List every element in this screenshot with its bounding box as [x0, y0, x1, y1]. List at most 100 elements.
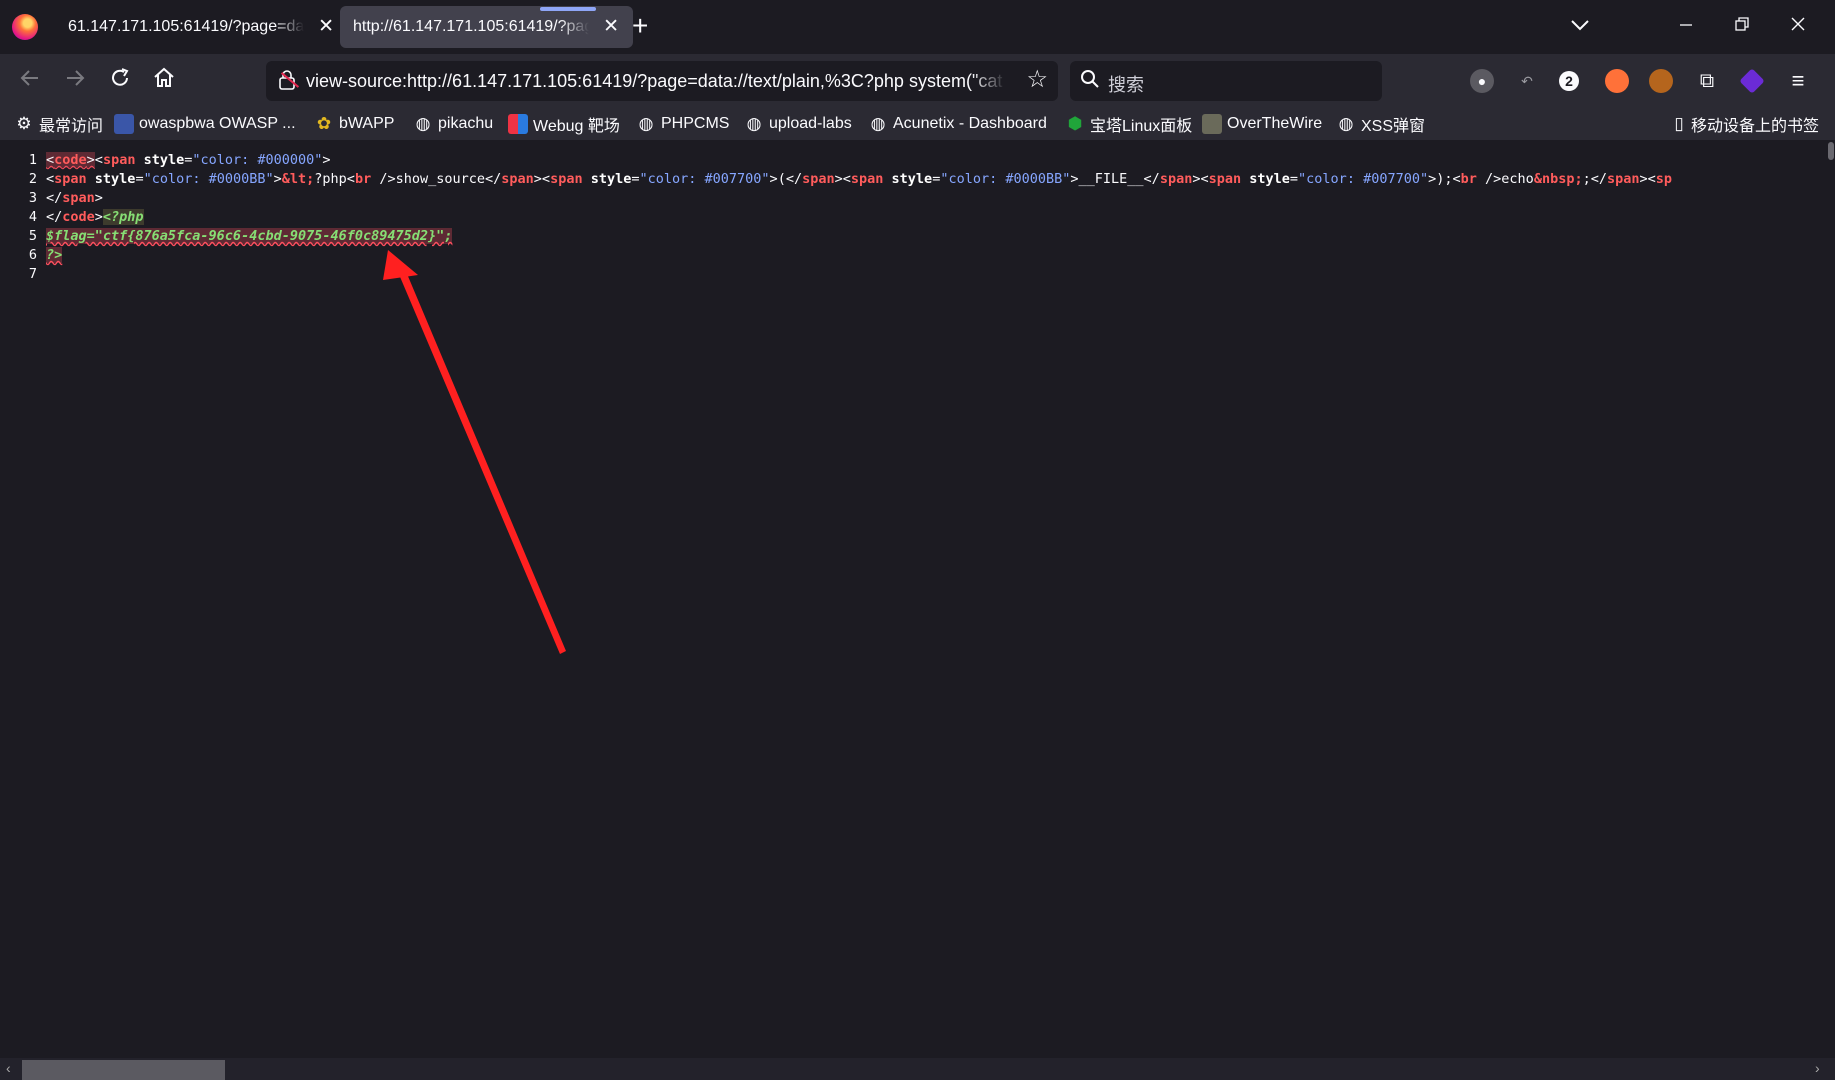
menu-hamburger-icon[interactable]: ≡ — [1786, 69, 1810, 93]
tag-bracket: > — [834, 171, 843, 187]
extensions-puzzle-icon[interactable]: ⧉ — [1695, 69, 1719, 93]
navigation-toolbar: view-source:http://61.147.171.105:61419/… — [0, 54, 1835, 108]
tag-bracket: < — [842, 171, 851, 187]
source-line-7: 7 — [0, 265, 46, 284]
tab-title: http://61.147.171.105:61419/?page=data — [353, 18, 589, 35]
bookmark-owaspbwa[interactable]: owaspbwa OWASP ... — [114, 112, 296, 136]
attr-name: style — [883, 171, 933, 187]
tag-bracket: < — [46, 152, 55, 168]
bookmark-label: Webug 靶场 — [533, 118, 620, 135]
new-tab-button[interactable]: + — [632, 12, 648, 40]
owasp-icon — [114, 114, 134, 134]
tab-2-active[interactable]: http://61.147.171.105:61419/?page=data ✕ — [340, 6, 633, 48]
flag-php-code[interactable]: $flag="ctf{876a5fca-96c6-4cbd-9075-46f0c… — [46, 228, 453, 244]
bookmark-xss[interactable]: ◍ XSS弹窗 — [1336, 112, 1425, 136]
vertical-scrollbar[interactable] — [1825, 140, 1835, 1058]
tab-1[interactable]: 61.147.171.105:61419/?page=data: ✕ — [55, 6, 348, 48]
scroll-right-icon[interactable]: › — [1815, 1060, 1820, 1076]
forward-icon[interactable] — [63, 66, 87, 98]
tag-name: span — [802, 171, 835, 187]
tag-name: span — [1159, 171, 1193, 187]
tag-bracket: < — [46, 171, 55, 187]
close-window-icon[interactable] — [1790, 10, 1806, 40]
tag-name: code — [54, 152, 87, 168]
bookmark-label: PHPCMS — [661, 115, 730, 132]
line-number: 2 — [28, 171, 37, 187]
tag-name: br — [354, 171, 372, 187]
source-line-5: 5 $flag="ctf{876a5fca-96c6-4cbd-9075-46f0… — [0, 227, 453, 246]
undo-extension-icon[interactable]: ↶ — [1515, 69, 1539, 93]
globe-icon: ◍ — [746, 114, 762, 133]
bookmark-mobile[interactable]: ▯ 移动设备上的书签 — [1672, 112, 1819, 136]
chat-extension-icon[interactable]: ● — [1470, 69, 1494, 93]
text: ?php — [314, 171, 347, 187]
close-tab-icon[interactable]: ✕ — [603, 17, 619, 36]
url-text[interactable]: view-source:http://61.147.171.105:61419/… — [306, 71, 1006, 92]
notification-badge[interactable]: 2 — [1559, 71, 1579, 91]
bookmark-label: owaspbwa OWASP ... — [139, 115, 296, 132]
bookmark-baota[interactable]: ⬢ 宝塔Linux面板 — [1065, 112, 1193, 136]
bookmark-pikachu[interactable]: ◍ pikachu — [413, 112, 494, 136]
text: show_source — [395, 171, 485, 187]
close-tab-icon[interactable]: ✕ — [318, 17, 334, 36]
line-number: 1 — [28, 152, 37, 168]
bookmark-upload-labs[interactable]: ◍ upload-labs — [744, 112, 852, 136]
bookmark-overthewire[interactable]: OverTheWire — [1202, 112, 1322, 136]
tab-title: 61.147.171.105:61419/?page=data: — [68, 18, 304, 35]
tag-name: span — [102, 152, 136, 168]
tag-bracket: < — [1200, 171, 1209, 187]
bookmark-most-visited[interactable]: ⚙ 最常访问 — [14, 112, 103, 136]
back-icon[interactable] — [18, 66, 42, 98]
globe-icon: ◍ — [870, 114, 886, 133]
horizontal-scrollbar[interactable]: ‹ › — [0, 1058, 1835, 1080]
webug-icon — [508, 114, 528, 134]
insecure-lock-icon[interactable] — [278, 70, 298, 90]
hackbar-extension-icon[interactable] — [1605, 69, 1629, 93]
attr-value: "color: #007700" — [1298, 171, 1429, 187]
text: ; — [1582, 171, 1591, 187]
text: ( — [777, 171, 786, 187]
view-source-content[interactable]: 1 <code><span style="color: #000000"> 2 <s… — [0, 140, 1835, 1058]
bookmarks-toolbar: ⚙ 最常访问 owaspbwa OWASP ... ✿ bWAPP ◍ pikachu… — [0, 108, 1835, 140]
line-number: 5 — [28, 228, 37, 244]
gear-icon: ⚙ — [16, 114, 32, 133]
source-line-2: 2 <span style="color: #0000BB">&lt;?php<b… — [0, 170, 1672, 189]
tag-bracket: < — [1452, 171, 1461, 187]
bookmark-phpcms[interactable]: ◍ PHPCMS — [636, 112, 730, 136]
tag-bracket: > — [769, 171, 778, 187]
search-icon — [1080, 69, 1100, 95]
tag-bracket: > — [322, 152, 331, 168]
restore-icon[interactable] — [1734, 10, 1750, 40]
attr-eq: = — [135, 171, 144, 187]
proxy-extension-icon[interactable] — [1739, 68, 1765, 94]
text: __FILE__ — [1078, 171, 1144, 187]
bookmark-label: 移动设备上的书签 — [1691, 118, 1820, 135]
horizontal-scroll-thumb[interactable] — [22, 1060, 225, 1080]
tag-name: span — [1208, 171, 1242, 187]
text: echo — [1501, 171, 1534, 187]
home-icon[interactable] — [152, 66, 176, 98]
reload-icon[interactable] — [108, 66, 132, 98]
list-all-tabs-icon[interactable] — [1570, 10, 1590, 40]
firefox-logo-icon[interactable] — [12, 14, 38, 40]
bookmark-star-icon[interactable]: ☆ — [1026, 67, 1048, 93]
cookie-extension-icon[interactable] — [1649, 69, 1673, 93]
bookmark-label: OverTheWire — [1227, 115, 1323, 132]
bookmark-acunetix[interactable]: ◍ Acunetix - Dashboard — [868, 112, 1047, 136]
line-number: 6 — [28, 247, 37, 263]
tag-bracket: < — [541, 171, 551, 187]
attr-name: style — [86, 171, 136, 187]
tag-bracket: < — [346, 171, 355, 187]
vertical-scroll-thumb[interactable] — [1828, 142, 1834, 160]
scroll-left-icon[interactable]: ‹ — [6, 1060, 11, 1076]
bookmark-bwapp[interactable]: ✿ bWAPP — [314, 112, 395, 136]
bookmark-webug[interactable]: Webug 靶场 — [508, 112, 620, 136]
bookmark-label: 宝塔Linux面板 — [1090, 118, 1193, 135]
search-bar[interactable]: 搜索 — [1070, 61, 1382, 101]
address-bar[interactable]: view-source:http://61.147.171.105:61419/… — [266, 61, 1058, 101]
tag-name: br — [1460, 171, 1477, 187]
source-line-6: 6 ?> — [0, 246, 63, 265]
tag-bracket: > — [94, 209, 103, 225]
minimize-icon[interactable] — [1678, 10, 1694, 40]
tag-bracket: > — [1070, 171, 1079, 187]
